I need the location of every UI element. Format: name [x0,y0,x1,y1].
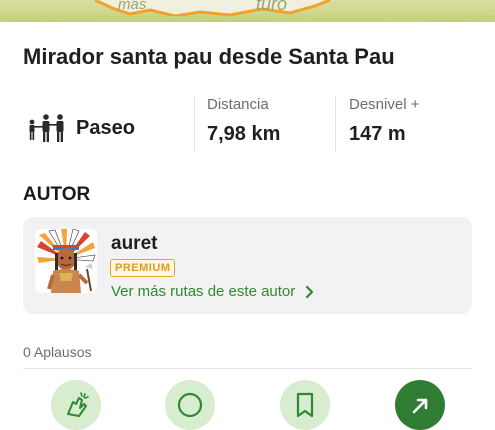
activity-type-label: Paseo [76,116,135,139]
stat-distance-value: 7,98 km [207,123,281,145]
more-routes-link[interactable]: Ver más rutas de este autor [111,283,315,300]
comment-icon [177,392,203,418]
map-terrain [0,0,495,22]
stat-elevation: Desnivel + 147 m [349,96,419,146]
family-walking-icon [29,114,64,142]
route-stats: Paseo Distancia 7,98 km Desnivel + 147 m [0,94,495,154]
clap-button[interactable] [51,380,101,430]
route-title: Mirador santa pau desde Santa Pau [23,44,395,69]
author-avatar-image [35,229,97,293]
author-name[interactable]: auret [111,233,157,255]
stat-distance-label: Distancia [207,96,269,113]
author-card[interactable]: auret PREMIUM Ver más rutas de este auto… [23,217,472,314]
clap-icon [67,392,89,417]
premium-badge: PREMIUM [110,259,176,277]
save-button[interactable] [280,380,330,430]
author-avatar[interactable] [35,229,97,293]
share-button[interactable] [395,380,445,430]
comment-button[interactable] [165,380,215,430]
stat-elevation-value: 147 m [349,123,406,145]
activity-type: Paseo [26,110,135,146]
chevron-right-icon [306,285,314,298]
more-routes-link-label: Ver más rutas de este autor [111,283,296,300]
bookmark-icon [296,392,314,418]
applause-count: 0 Aplausos [23,344,92,360]
section-divider [23,368,472,369]
share-icon [412,398,428,414]
stat-divider [335,96,336,152]
map-label: mas [118,0,147,13]
author-section-heading: AUTOR [23,184,91,205]
stat-distance: Distancia 7,98 km [207,96,280,146]
stat-elevation-label: Desnivel + [349,96,420,113]
route-map-preview[interactable]: mas turo [0,0,495,22]
stat-divider [194,96,195,152]
map-label: turo [256,0,288,14]
